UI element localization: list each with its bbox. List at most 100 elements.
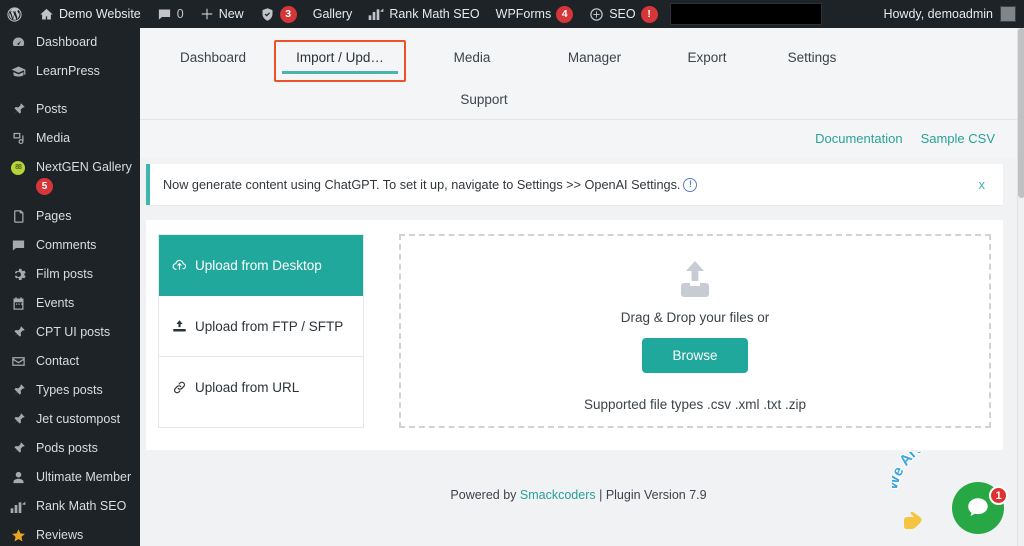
admin-bar-search-input[interactable] <box>670 3 822 25</box>
comments-menu[interactable]: 0 <box>149 0 192 28</box>
sidebar-item-label: Ultimate Member <box>36 470 131 484</box>
wpforms-count-badge: 4 <box>556 6 573 23</box>
sidebar-item-posts[interactable]: Posts <box>0 95 140 124</box>
documentation-link[interactable]: Documentation <box>815 131 902 146</box>
bar-chart-icon <box>368 7 384 21</box>
wp-admin-sidebar[interactable]: Dashboard LearnPress Posts Media 88 Next… <box>0 28 140 546</box>
tab-import-update-highlight[interactable]: Import / Upd… <box>274 40 406 82</box>
page-scrollbar[interactable] <box>1017 28 1024 546</box>
pin-icon <box>9 102 27 117</box>
seo-menu[interactable]: SEO ! <box>581 0 665 28</box>
tab-manager[interactable]: Manager <box>532 40 657 77</box>
comment-bubble-icon <box>9 238 27 253</box>
pages-icon <box>9 209 27 224</box>
browse-button[interactable]: Browse <box>642 338 747 373</box>
cloud-upload-icon <box>171 258 187 273</box>
star-icon <box>9 528 27 543</box>
dashboard-icon <box>9 35 27 50</box>
footer-suffix: | Plugin Version 7.9 <box>596 488 707 502</box>
wp-logo-menu[interactable] <box>0 0 31 28</box>
account-menu[interactable]: Howdy, demoadmin <box>883 6 1024 22</box>
sidebar-item-label: Film posts <box>36 267 93 281</box>
sidebar-item-film-posts[interactable]: Film posts <box>0 260 140 289</box>
smackcoders-link[interactable]: Smackcoders <box>520 488 596 502</box>
upload-method-url[interactable]: Upload from URL <box>159 357 363 418</box>
sidebar-item-learnpress[interactable]: LearnPress <box>0 57 140 86</box>
tab-dashboard[interactable]: Dashboard <box>158 40 268 77</box>
sidebar-item-label: Pods posts <box>36 441 98 455</box>
wpforms-menu[interactable]: WPForms 4 <box>488 0 582 28</box>
tab-label: Dashboard <box>180 50 246 65</box>
wordpress-logo-icon <box>6 6 23 23</box>
rankmath-label: Rank Math SEO <box>389 7 479 21</box>
gallery-label: Gallery <box>313 7 353 21</box>
helper-links-bar: Documentation Sample CSV <box>140 120 1017 158</box>
sample-csv-link[interactable]: Sample CSV <box>921 131 995 146</box>
home-icon <box>39 7 54 22</box>
sidebar-item-media[interactable]: Media <box>0 124 140 153</box>
sidebar-item-contact[interactable]: Contact <box>0 347 140 376</box>
new-content-menu[interactable]: New <box>192 0 252 28</box>
upload-method-list: Upload from Desktop Upload from FTP / SF… <box>158 234 364 428</box>
sidebar-item-reviews[interactable]: Reviews <box>0 521 140 546</box>
site-name-menu[interactable]: Demo Website <box>31 0 149 28</box>
sidebar-item-pages[interactable]: Pages <box>0 202 140 231</box>
sidebar-item-badge: 5 <box>36 178 53 195</box>
scrollbar-thumb[interactable] <box>1018 28 1024 198</box>
sidebar-item-pods-posts[interactable]: Pods posts <box>0 434 140 463</box>
sidebar-item-events[interactable]: Events <box>0 289 140 318</box>
tab-support[interactable]: Support <box>424 82 544 119</box>
comment-bubble-icon <box>157 7 172 22</box>
sidebar-item-rank-math-seo[interactable]: Rank Math SEO <box>0 492 140 521</box>
nextgen-gallery-icon: 88 <box>9 160 27 175</box>
tab-export[interactable]: Export <box>657 40 757 77</box>
media-icon <box>9 131 27 146</box>
chatgpt-notice: Now generate content using ChatGPT. To s… <box>146 164 1003 205</box>
tab-label: Manager <box>568 50 621 65</box>
plugin-tab-row-2: Support <box>158 82 999 119</box>
supported-file-types: Supported file types .csv .xml .txt .zip <box>584 397 806 412</box>
sidebar-item-label: Jet custompost <box>36 412 120 426</box>
upload-method-ftp[interactable]: Upload from FTP / SFTP <box>159 296 363 357</box>
main-content: Dashboard Import / Upd… Media Manager Ex… <box>140 28 1017 546</box>
rankmath-menu[interactable]: Rank Math SEO <box>360 0 487 28</box>
sidebar-item-label: Dashboard <box>36 35 97 49</box>
upload-arrow-icon <box>672 259 718 304</box>
tab-import-update[interactable]: Import / Upd… <box>276 42 404 71</box>
tab-label: Settings <box>788 50 837 65</box>
sidebar-item-jet-custompost[interactable]: Jet custompost <box>0 405 140 434</box>
updates-menu[interactable]: 3 <box>252 0 305 28</box>
sidebar-item-label: Pages <box>36 209 71 223</box>
sidebar-item-ultimate-member[interactable]: Ultimate Member <box>0 463 140 492</box>
chat-widget[interactable]: We Are Here! 1 <box>892 448 1010 540</box>
upload-method-desktop[interactable]: Upload from Desktop <box>159 235 363 296</box>
plugin-tab-nav: Dashboard Import / Upd… Media Manager Ex… <box>140 28 1017 120</box>
sidebar-item-label: Comments <box>36 238 96 252</box>
howdy-label: Howdy, demoadmin <box>883 7 993 21</box>
calendar-icon <box>9 296 27 311</box>
info-icon[interactable]: ! <box>683 178 697 192</box>
tab-media[interactable]: Media <box>412 40 532 77</box>
tab-label: Export <box>687 50 726 65</box>
sidebar-item-cpt-ui-posts[interactable]: CPT UI posts <box>0 318 140 347</box>
sidebar-item-label: Types posts <box>36 383 103 397</box>
comments-count: 0 <box>177 6 184 23</box>
chat-bubble-icon <box>965 495 991 521</box>
sidebar-item-comments[interactable]: Comments <box>0 231 140 260</box>
sidebar-item-dashboard[interactable]: Dashboard <box>0 28 140 57</box>
graduation-cap-icon <box>9 64 27 79</box>
notice-dismiss-button[interactable]: x <box>979 177 990 192</box>
new-content-label: New <box>219 7 244 21</box>
plugin-footer: Powered by Smackcoders | Plugin Version … <box>140 450 1017 502</box>
seo-label: SEO <box>609 7 635 21</box>
file-dropzone[interactable]: Drag & Drop your files or Browse Support… <box>399 234 991 428</box>
gallery-menu[interactable]: Gallery <box>305 0 361 28</box>
sidebar-item-label: CPT UI posts <box>36 325 110 339</box>
upload-method-label: Upload from URL <box>195 380 299 395</box>
tab-settings[interactable]: Settings <box>757 40 867 77</box>
svg-text:We Are Here!: We Are Here! <box>892 452 968 492</box>
sidebar-item-nextgen-gallery[interactable]: 88 NextGEN Gallery 5 <box>0 153 140 202</box>
tab-label: Media <box>454 50 491 65</box>
sidebar-item-types-posts[interactable]: Types posts <box>0 376 140 405</box>
pin-icon <box>9 412 27 427</box>
